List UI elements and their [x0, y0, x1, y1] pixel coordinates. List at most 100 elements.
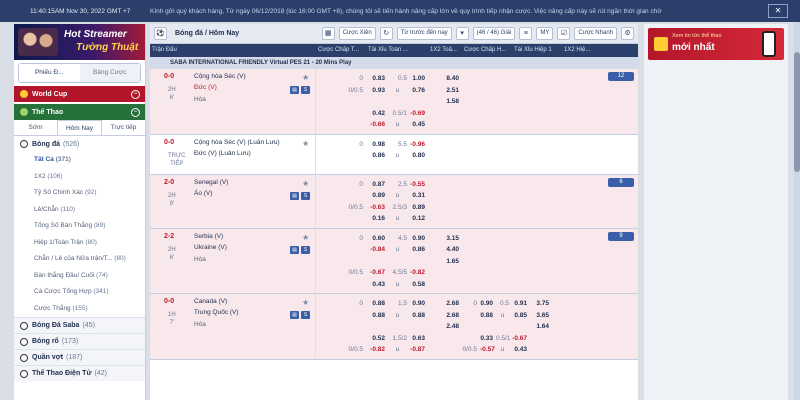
odds-type-select[interactable]: MY — [536, 27, 554, 40]
odds-cell[interactable]: 0.86 — [410, 244, 428, 255]
market-item[interactable]: Hiệp 1/Toàn Trận (80) — [14, 235, 145, 252]
away-team[interactable]: Đức (V) — [194, 84, 217, 91]
more-markets-button[interactable]: 6 — [608, 177, 634, 187]
market-item[interactable]: 1X2 (106) — [14, 169, 145, 186]
odds-cell[interactable]: 0.45 — [410, 119, 428, 130]
sport-item[interactable]: Bóng rổ (173) — [14, 333, 145, 349]
market-item[interactable]: Cược Thắng (155) — [14, 301, 145, 318]
odds-cell[interactable]: 0.86 — [366, 150, 388, 161]
favorite-star-icon[interactable]: ★ — [302, 233, 309, 242]
scoreboard-icon[interactable]: S — [301, 311, 310, 319]
odds-cell[interactable]: 1.00 — [410, 73, 428, 84]
collapse-icon[interactable]: − — [131, 107, 140, 117]
market-item[interactable]: Tỷ Số Chính Xác (92) — [14, 185, 145, 202]
home-team[interactable]: Senegal (V) — [194, 179, 228, 186]
column-header[interactable]: 1X2 Toả... — [428, 44, 462, 57]
stats-icon[interactable]: ▤ — [290, 191, 299, 200]
odds-cell[interactable]: 0.80 — [410, 150, 428, 161]
odds-cell[interactable]: 2.68 — [428, 298, 462, 309]
odds-cell[interactable]: 0.33 — [480, 333, 496, 344]
column-header[interactable]: Trận Đấu — [150, 44, 316, 57]
home-team[interactable]: Cộng hòa Séc (V) — [194, 73, 246, 80]
close-announcement-button[interactable]: ✕ — [768, 4, 788, 18]
odds-cell[interactable]: 1.64 — [530, 321, 552, 332]
favorite-star-icon[interactable]: ★ — [302, 298, 309, 307]
sport-item[interactable]: Bóng Đá Saba (45) — [14, 317, 145, 333]
column-header[interactable]: Tài Xỉu Hiệp 1 — [512, 44, 562, 57]
odds-cell[interactable]: 0.31 — [410, 190, 428, 201]
home-team[interactable]: Serbia (V) — [194, 233, 223, 240]
odds-cell[interactable]: -0.69 — [410, 108, 428, 119]
odds-cell[interactable]: 1.58 — [428, 96, 462, 107]
odds-cell[interactable]: 2.51 — [428, 85, 462, 96]
odds-cell[interactable]: 0.89 — [410, 202, 428, 213]
odds-cell[interactable]: -0.84 — [366, 244, 388, 255]
market-item[interactable]: Tất Cả (371) — [14, 152, 145, 169]
list-view-icon[interactable]: ≡ — [519, 27, 533, 40]
refresh-icon[interactable]: ↻ — [379, 27, 393, 40]
odds-cell[interactable]: -0.67 — [512, 333, 530, 344]
odds-cell[interactable]: 1.65 — [428, 256, 462, 267]
quick-bet-toggle[interactable]: Cược Nhanh — [574, 27, 617, 40]
home-team[interactable]: Canada (V) — [194, 298, 227, 305]
sport-football[interactable]: Bóng đá (526) — [14, 136, 145, 152]
stats-icon[interactable]: ▤ — [290, 311, 299, 319]
away-team[interactable]: Trung Quốc (V) — [194, 309, 239, 316]
odds-cell[interactable]: -0.82 — [366, 344, 388, 355]
odds-cell[interactable]: -0.57 — [480, 344, 496, 355]
odds-cell[interactable]: 0.52 — [366, 333, 388, 344]
favorite-star-icon[interactable]: ★ — [302, 139, 309, 148]
odds-cell[interactable]: 0.42 — [366, 108, 388, 119]
hot-streamer-banner[interactable]: Hot Streamer Tường Thuật — [14, 24, 145, 60]
odds-cell[interactable]: 0.43 — [366, 279, 388, 290]
column-header[interactable]: Cược Chấp H... — [462, 44, 512, 57]
scoreboard-icon[interactable]: S — [301, 245, 310, 254]
home-team[interactable]: Cộng hòa Séc (V) (Luân Lưu) — [194, 139, 280, 146]
odds-cell[interactable]: 0.76 — [410, 85, 428, 96]
column-header[interactable]: Tài Xỉu Toàn ... — [366, 44, 428, 57]
market-item[interactable]: Tổng Số Bàn Thắng (89) — [14, 218, 145, 235]
tab-live[interactable]: Trực tiếp — [102, 120, 145, 135]
collapse-icon[interactable]: − — [131, 89, 140, 99]
odds-cell[interactable]: 0.89 — [366, 190, 388, 201]
odds-cell[interactable]: 0.90 — [480, 298, 496, 309]
odds-cell[interactable]: 0.63 — [410, 333, 428, 344]
away-team[interactable]: Ukraine (V) — [194, 244, 227, 251]
more-markets-button[interactable]: 12 — [608, 72, 634, 81]
odds-cell[interactable]: 0.83 — [366, 73, 388, 84]
market-item[interactable]: Chẵn / Lẻ của Nửa trận/T... (80) — [14, 251, 145, 268]
checkbox-icon[interactable]: ☑ — [557, 27, 571, 40]
odds-cell[interactable]: -0.96 — [410, 139, 428, 150]
odds-cell[interactable]: -0.63 — [366, 202, 388, 213]
stats-icon[interactable]: ▤ — [290, 245, 299, 254]
settings-icon[interactable]: ⚙ — [621, 27, 634, 40]
league-row[interactable]: SABA INTERNATIONAL FRIENDLY Virtual PES … — [150, 57, 638, 69]
odds-cell[interactable]: 3.75 — [530, 298, 552, 309]
column-header[interactable] — [604, 44, 638, 57]
column-header[interactable]: 1X2 Hiệ... — [562, 44, 604, 57]
scoreboard-icon[interactable]: S — [301, 86, 310, 94]
scoreboard-icon[interactable]: S — [301, 191, 310, 200]
odds-cell[interactable]: 0.90 — [410, 233, 428, 244]
parlay-button[interactable]: Cược Xiên — [338, 27, 376, 40]
calendar-icon[interactable]: ▦ — [321, 27, 335, 40]
odds-cell[interactable]: 2.68 — [428, 310, 462, 321]
market-item[interactable]: Lẻ/Chẵn (110) — [14, 202, 145, 219]
odds-cell[interactable]: 3.15 — [428, 233, 462, 244]
odds-cell[interactable]: 0.88 — [480, 310, 496, 321]
sport-item[interactable]: Thể Thao Điện Tử (42) — [14, 365, 145, 381]
odds-cell[interactable]: 2.48 — [428, 321, 462, 332]
stats-icon[interactable]: ▤ — [290, 86, 299, 94]
odds-cell[interactable]: -0.67 — [366, 267, 388, 278]
page-scrollbar[interactable] — [794, 22, 800, 400]
sports-news-banner[interactable]: Xem tin tức thể thao mới nhất — [648, 28, 784, 60]
tab-early[interactable]: Sớm — [14, 120, 57, 135]
world-cup-menu[interactable]: World Cup − — [14, 86, 145, 102]
odds-cell[interactable]: 3.65 — [530, 310, 552, 321]
odds-cell[interactable]: 0.43 — [512, 344, 530, 355]
away-team[interactable]: Áo (V) — [194, 190, 212, 197]
sports-menu[interactable]: Thể Thao − — [14, 104, 145, 120]
odds-cell[interactable]: 0.58 — [410, 279, 428, 290]
sport-item[interactable]: Quần vợt (187) — [14, 349, 145, 365]
odds-cell[interactable]: 0.60 — [366, 233, 388, 244]
